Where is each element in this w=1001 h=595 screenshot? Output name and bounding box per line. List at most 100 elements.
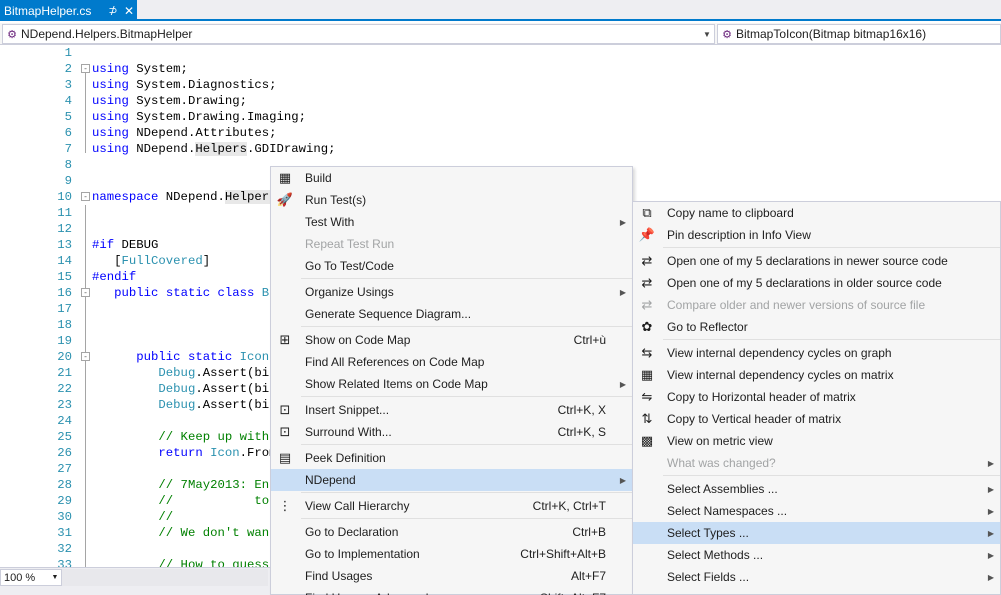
code-line[interactable]: 3 using System.Diagnostics; — [0, 77, 1001, 93]
menu-item-go-to-test-code[interactable]: Go To Test/Code — [271, 255, 632, 277]
code-text: Debug.Assert(bit — [92, 365, 276, 381]
menu-item-generate-sequence-diagram[interactable]: Generate Sequence Diagram... — [271, 303, 632, 325]
code-line[interactable]: 4 using System.Drawing; — [0, 93, 1001, 109]
menu-item-view-internal-dependency-cycles-on-matrix[interactable]: ▦ View internal dependency cycles on matr… — [633, 364, 1000, 386]
menu-item-open-one-of-my-5-declarations-in-older-source-code[interactable]: ⇄ Open one of my 5 declarations in older … — [633, 272, 1000, 294]
collapse-icon[interactable]: - — [81, 64, 90, 73]
code-token: .Assert(bit — [195, 382, 277, 396]
code-token: // to — [158, 494, 270, 508]
pin-icon[interactable]: ⊅ — [105, 4, 121, 17]
menu-item-select-fields[interactable]: Select Fields ... ▶ — [633, 566, 1000, 588]
menu-item-select-types[interactable]: Select Types ... ▶ — [633, 522, 1000, 544]
line-number: 32 — [57, 542, 72, 556]
menu-item-ndepend[interactable]: NDepend ▶ — [271, 469, 632, 491]
menu-item-label: Build — [305, 171, 332, 185]
code-text: #endif — [92, 269, 136, 285]
menu-item-icon — [271, 211, 299, 233]
code-text: #if DEBUG — [92, 237, 158, 253]
code-text: public static class Bi — [92, 285, 276, 301]
code-line[interactable]: 5 using System.Drawing.Imaging; — [0, 109, 1001, 125]
close-icon[interactable]: ✕ — [121, 4, 137, 18]
code-token: #endif — [92, 270, 137, 284]
menu-item-label: Compare older and newer versions of sour… — [667, 298, 926, 312]
menu-item-test-with[interactable]: Test With ▶ — [271, 211, 632, 233]
menu-item-surround-with[interactable]: ⊡ Surround With... Ctrl+K, S — [271, 421, 632, 443]
code-line[interactable]: 7 using NDepend.Helpers.GDIDrawing; — [0, 141, 1001, 157]
menu-item-label: Run Test(s) — [305, 193, 367, 207]
line-number: 30 — [57, 510, 72, 524]
menu-item-label: Generate Sequence Diagram... — [305, 307, 472, 321]
line-number: 22 — [57, 382, 72, 396]
code-token: System.Diagnostics; — [128, 78, 277, 92]
code-token: Helpers — [224, 190, 277, 204]
line-number: 13 — [57, 238, 72, 252]
menu-item-select-namespaces[interactable]: Select Namespaces ... ▶ — [633, 500, 1000, 522]
menu-item-label: Select Types ... — [667, 526, 749, 540]
submenu-arrow-icon: ▶ — [987, 550, 995, 560]
menu-item-copy-name-to-clipboard[interactable]: ⧉ Copy name to clipboard — [633, 202, 1000, 224]
document-tab-strip: BitmapHelper.cs ⊅ ✕ — [0, 0, 1001, 21]
menu-item-show-related-items-on-code-map[interactable]: Show Related Items on Code Map ▶ — [271, 373, 632, 395]
menu-item-shortcut: Ctrl+K, X — [557, 403, 606, 417]
menu-item-icon — [271, 543, 299, 565]
code-token: Icon — [239, 350, 270, 364]
menu-item-copy-to-vertical-header-of-matrix[interactable]: ⇅ Copy to Vertical header of matrix — [633, 408, 1000, 430]
code-line[interactable]: 1 — [0, 45, 1001, 61]
menu-item-label: Insert Snippet... — [305, 403, 390, 417]
collapse-icon[interactable]: - — [81, 352, 90, 361]
collapse-icon[interactable]: - — [81, 288, 90, 297]
collapse-icon[interactable]: - — [81, 192, 90, 201]
code-token: NDepend.Attributes; — [128, 126, 277, 140]
menu-item-find-all-references-on-code-map[interactable]: Find All References on Code Map — [271, 351, 632, 373]
menu-item-view-internal-dependency-cycles-on-graph[interactable]: ⇆ View internal dependency cycles on grap… — [633, 342, 1000, 364]
menu-item-shortcut: Ctrl+K, S — [557, 425, 606, 439]
menu-item-insert-snippet[interactable]: ⊡ Insert Snippet... Ctrl+K, X — [271, 399, 632, 421]
chevron-down-icon: ▼ — [703, 29, 711, 39]
menu-item-select-methods[interactable]: Select Methods ... ▶ — [633, 544, 1000, 566]
menu-item-go-to-reflector[interactable]: ✿ Go to Reflector — [633, 316, 1000, 338]
menu-item-go-to-declaration[interactable]: Go to Declaration Ctrl+B — [271, 521, 632, 543]
menu-item-select-assemblies[interactable]: Select Assemblies ... ▶ — [633, 478, 1000, 500]
menu-item-icon: 🚀 — [276, 192, 294, 207]
menu-item-organize-usings[interactable]: Organize Usings ▶ — [271, 281, 632, 303]
code-token: // Keep up with — [158, 430, 270, 444]
line-number: 23 — [57, 398, 72, 412]
menu-item-label: Copy name to clipboard — [667, 206, 794, 220]
horizontal-scrollbar[interactable] — [62, 569, 268, 586]
menu-item-peek-definition[interactable]: ▤ Peek Definition — [271, 447, 632, 469]
menu-item-run-test-s[interactable]: 🚀 Run Test(s) — [271, 189, 632, 211]
type-dropdown[interactable]: ⚙ NDepend.Helpers.BitmapHelper ▼ — [2, 24, 715, 44]
code-line[interactable]: 6 using NDepend.Attributes; — [0, 125, 1001, 141]
menu-item-view-call-hierarchy[interactable]: ⋮ View Call Hierarchy Ctrl+K, Ctrl+T — [271, 495, 632, 517]
zoom-dropdown[interactable]: 100 % ▼ — [0, 569, 62, 586]
document-tab-title: BitmapHelper.cs — [4, 3, 92, 18]
menu-item-go-to-implementation[interactable]: Go to Implementation Ctrl+Shift+Alt+B — [271, 543, 632, 565]
menu-item-show-on-code-map[interactable]: ⊞ Show on Code Map Ctrl+ù — [271, 329, 632, 351]
submenu-arrow-icon: ▶ — [987, 506, 995, 516]
menu-item-pin-description-in-info-view[interactable]: 📌 Pin description in Info View — [633, 224, 1000, 246]
code-line[interactable]: 2- using System; — [0, 61, 1001, 77]
code-text: using System; — [92, 61, 188, 77]
class-icon: ⚙ — [7, 28, 17, 41]
line-number: 1 — [64, 46, 72, 60]
member-dropdown[interactable]: ⚙ BitmapToIcon(Bitmap bitmap16x16) — [717, 24, 1001, 44]
menu-item-build[interactable]: ▦ Build — [271, 167, 632, 189]
menu-item-find-usages[interactable]: Find Usages Alt+F7 — [271, 565, 632, 587]
ndepend-submenu: ⧉ Copy name to clipboard 📌 Pin description … — [632, 201, 1001, 595]
line-number: 11 — [57, 206, 72, 220]
menu-item-open-one-of-my-5-declarations-in-newer-source-code[interactable]: ⇄ Open one of my 5 declarations in newer … — [633, 250, 1000, 272]
code-token: Debug — [158, 398, 196, 412]
menu-item-view-on-metric-view[interactable]: ▩ View on metric view — [633, 430, 1000, 452]
menu-item-icon: ⇄ — [641, 253, 653, 268]
menu-item-copy-to-horizontal-header-of-matrix[interactable]: ⇋ Copy to Horizontal header of matrix — [633, 386, 1000, 408]
menu-item-find-usages-advanced[interactable]: Find Usages Advanced...Shift+Alt+F7 — [271, 587, 632, 595]
document-tab[interactable]: BitmapHelper.cs ⊅ ✕ — [0, 0, 137, 21]
code-text: namespace NDepend.Helpers { — [92, 189, 291, 205]
